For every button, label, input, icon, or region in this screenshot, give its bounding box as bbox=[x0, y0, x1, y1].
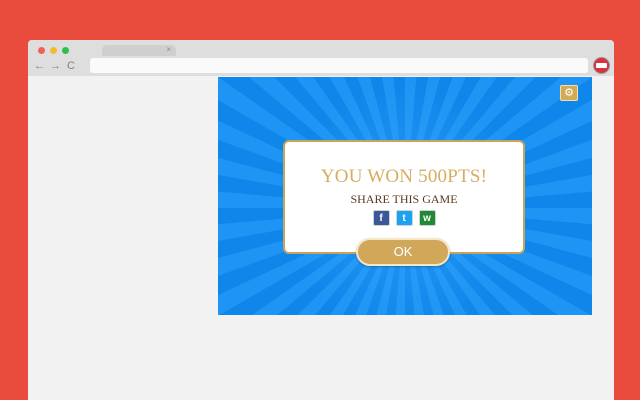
navigation-buttons: ← → C bbox=[34, 59, 76, 73]
whatsapp-icon[interactable]: w bbox=[418, 210, 436, 226]
extension-icon[interactable] bbox=[593, 57, 610, 74]
forward-arrow-icon[interactable]: → bbox=[50, 59, 61, 73]
gear-icon[interactable]: ⚙ bbox=[560, 85, 578, 101]
win-title: YOU WON 500PTS! bbox=[320, 166, 488, 187]
browser-window: × ← → C ⚙ YOU WON 500PTS! SHARE THIS GAM… bbox=[28, 40, 614, 400]
twitter-icon[interactable]: t bbox=[395, 210, 413, 226]
close-window-dot[interactable] bbox=[38, 47, 45, 54]
address-bar[interactable] bbox=[90, 58, 588, 73]
social-share-buttons: f t w bbox=[285, 210, 523, 226]
reload-icon[interactable]: C bbox=[66, 59, 76, 73]
maximize-window-dot[interactable] bbox=[62, 47, 69, 54]
browser-toolbar: × ← → C bbox=[28, 40, 614, 76]
close-icon[interactable]: × bbox=[166, 44, 171, 55]
ok-button[interactable]: OK bbox=[356, 238, 450, 266]
game-canvas: ⚙ YOU WON 500PTS! SHARE THIS GAME f t w … bbox=[218, 77, 592, 315]
browser-tab[interactable]: × bbox=[102, 45, 176, 56]
back-arrow-icon[interactable]: ← bbox=[34, 59, 45, 73]
win-dialog: YOU WON 500PTS! SHARE THIS GAME f t w bbox=[283, 140, 525, 254]
window-controls bbox=[38, 47, 69, 54]
facebook-icon[interactable]: f bbox=[372, 210, 390, 226]
share-label: SHARE THIS GAME bbox=[350, 192, 458, 206]
minimize-window-dot[interactable] bbox=[50, 47, 57, 54]
